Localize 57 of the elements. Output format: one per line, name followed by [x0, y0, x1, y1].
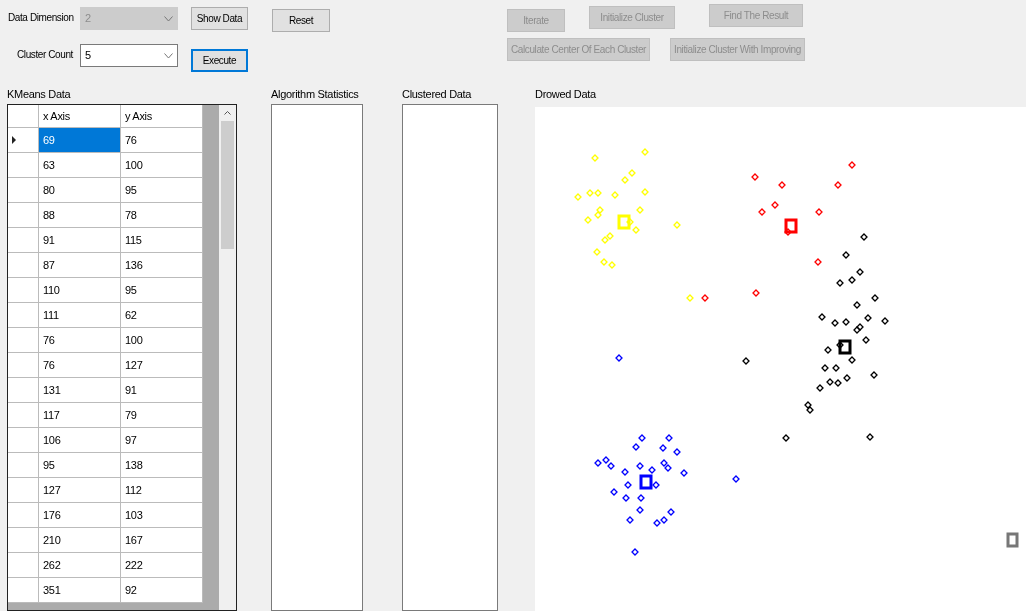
table-cell: 127	[121, 353, 203, 377]
table-cell: 167	[121, 528, 203, 552]
table-cell: 88	[39, 203, 121, 227]
table-cell: 131	[39, 378, 121, 402]
table-cell: 100	[121, 153, 203, 177]
current-row-icon	[12, 136, 16, 144]
statistics-list[interactable]	[271, 104, 363, 611]
section-title: Drowed Data	[535, 87, 597, 102]
table-cell: 76	[39, 328, 121, 352]
clustered-data-list[interactable]	[402, 104, 498, 611]
table-cell: 78	[121, 203, 203, 227]
table-cell: 127	[39, 478, 121, 502]
table-cell: 92	[121, 578, 203, 602]
table-cell: 95	[121, 178, 203, 202]
table-cell: 69	[39, 128, 121, 152]
column-header[interactable]: y Axis	[121, 105, 203, 127]
table-cell: 111	[39, 303, 121, 327]
button[interactable]: Reset	[272, 9, 330, 32]
table-cell: 262	[39, 553, 121, 577]
field-label: Cluster Count	[16, 48, 74, 62]
table-cell: 136	[121, 253, 203, 277]
scrollbar[interactable]	[219, 105, 236, 610]
table-cell: 79	[121, 403, 203, 427]
table-cell: 117	[39, 403, 121, 427]
table-cell: 80	[39, 178, 121, 202]
table-cell: 351	[39, 578, 121, 602]
table-cell: 95	[121, 278, 203, 302]
table-cell: 110	[39, 278, 121, 302]
section-title: KMeans Data	[7, 87, 72, 102]
section-title: Clustered Data	[402, 87, 473, 102]
table-cell: 91	[121, 378, 203, 402]
table-cell: 91	[39, 228, 121, 252]
table-cell: 63	[39, 153, 121, 177]
table-cell: 103	[121, 503, 203, 527]
scrollbar-thumb[interactable]	[221, 121, 234, 249]
table-cell: 210	[39, 528, 121, 552]
table-cell: 97	[121, 428, 203, 452]
table-cell: 176	[39, 503, 121, 527]
field-label: Data Dimension	[8, 11, 75, 25]
dropdown[interactable]: 5	[80, 44, 178, 67]
chevron-down-icon	[164, 15, 173, 22]
column-header[interactable]: x Axis	[39, 105, 121, 127]
section-title: Algorithm Statistics	[271, 87, 360, 102]
table-cell: 76	[39, 353, 121, 377]
table-cell: 95	[39, 453, 121, 477]
table-cell: 62	[121, 303, 203, 327]
chevron-down-icon	[164, 52, 173, 59]
table-cell: 106	[39, 428, 121, 452]
table-cell: 76	[121, 128, 203, 152]
table-cell: 112	[121, 478, 203, 502]
table-cell: 222	[121, 553, 203, 577]
table-cell: 115	[121, 228, 203, 252]
table-cell: 138	[121, 453, 203, 477]
table-cell: 100	[121, 328, 203, 352]
scroll-up-icon[interactable]	[224, 111, 231, 115]
table-cell: 87	[39, 253, 121, 277]
button[interactable]: Execute	[191, 49, 248, 72]
